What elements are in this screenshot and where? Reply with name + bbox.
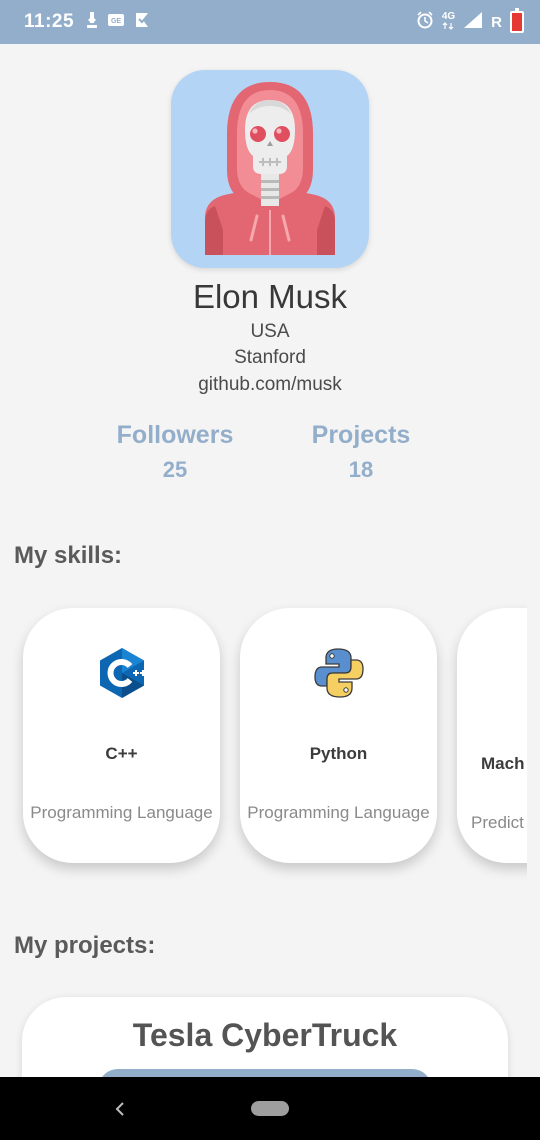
profile-screen: 11:25 GE 4G R Elon Musk USA Stanford git… (0, 0, 540, 1140)
status-time: 11:25 (24, 11, 75, 32)
skill-desc: Predict (471, 813, 524, 832)
skill-name: C++ (105, 744, 138, 763)
home-pill-icon[interactable] (251, 1101, 289, 1116)
stat-followers[interactable]: Followers 25 (95, 421, 255, 483)
check-flag-icon (134, 11, 150, 34)
profile-school: Stanford (234, 347, 306, 368)
stat-projects-label: Projects (311, 421, 411, 449)
skill-card-cpp[interactable]: C++ Programming Language (23, 608, 220, 863)
signal-icon (463, 11, 483, 34)
ge-app-icon: GE (107, 12, 125, 33)
project-title: Tesla CyberTruck (132, 1017, 398, 1053)
profile-github-link[interactable]: github.com/musk (0, 374, 540, 396)
data-speed-icon (86, 11, 98, 34)
stat-projects-value: 18 (348, 457, 374, 482)
skill-card-python[interactable]: Python Programming Language (240, 608, 437, 863)
profile-name: Elon Musk (192, 278, 348, 315)
svg-text:GE: GE (111, 18, 121, 25)
profile-country: USA (250, 321, 290, 342)
navigation-bar (0, 1077, 540, 1140)
network-label: 4G (441, 10, 456, 22)
hooded-skeleton-avatar-icon (205, 82, 335, 255)
network-type: 4G (441, 10, 456, 33)
roaming-indicator: R (491, 13, 502, 31)
stat-followers-label: Followers (116, 421, 234, 449)
skills-section-title: My skills: (14, 542, 123, 569)
skill-desc: Programming Language (247, 803, 430, 822)
skill-name: Mach (481, 754, 525, 773)
skill-desc: Programming Language (30, 803, 213, 822)
skill-card-machine-learning[interactable]: Mach Predict (457, 608, 527, 863)
stat-projects[interactable]: Projects 18 (281, 421, 441, 483)
alarm-icon (416, 10, 434, 34)
status-bar: 11:25 GE 4G R (0, 0, 540, 44)
skills-carousel[interactable]: C++ Programming Language Python Programm… (0, 596, 527, 886)
stat-followers-value: 25 (162, 457, 188, 482)
projects-section-title: My projects: (14, 932, 156, 959)
skill-name: Python (309, 744, 368, 763)
profile-avatar (171, 70, 369, 268)
battery-icon (510, 8, 524, 33)
python-icon (312, 646, 366, 700)
back-chevron-icon[interactable] (112, 1099, 128, 1119)
cpp-icon (95, 646, 149, 700)
